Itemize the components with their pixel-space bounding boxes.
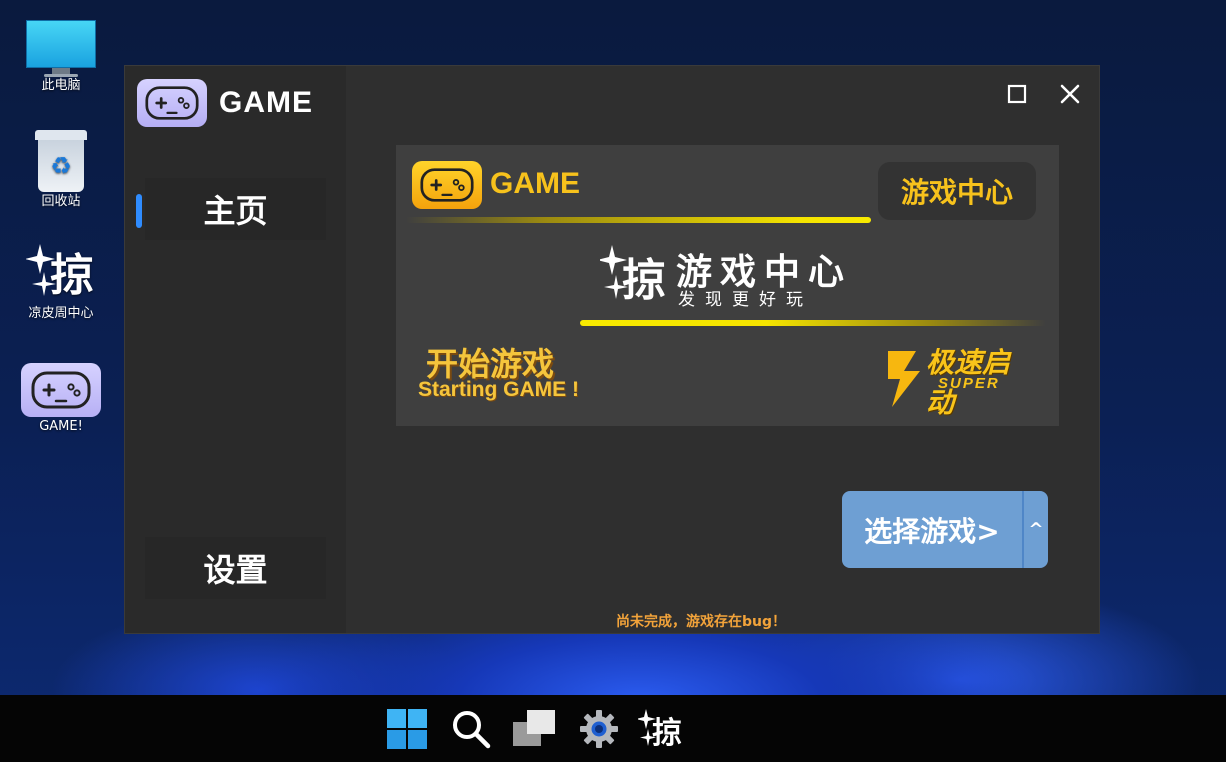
select-game-split-button: 选择游戏> ^	[842, 491, 1048, 568]
gamepad-icon	[137, 79, 207, 127]
desktop-icon-recycle-bin[interactable]: ♻ 回收站	[16, 130, 106, 210]
close-icon	[1060, 84, 1080, 104]
nav-settings-button[interactable]: 设置	[145, 537, 326, 599]
close-button[interactable]	[1050, 76, 1090, 112]
gold-divider	[406, 217, 871, 223]
svg-text:掠: 掠	[652, 716, 682, 751]
start-button[interactable]	[384, 707, 430, 751]
maximize-button[interactable]	[997, 76, 1037, 112]
gamepad-icon	[21, 363, 101, 417]
app-logo-icon: 掠	[597, 241, 670, 311]
select-game-button[interactable]: 选择游戏>	[842, 491, 1022, 568]
game-center-badge: 游戏中心	[878, 162, 1036, 220]
app-logo-icon: 掠	[25, 238, 96, 304]
app-logo-icon: 掠	[638, 709, 682, 751]
game-app-window: GAME 主页 设置 GAME 游戏中心 掠 游戏中心 发现更好玩 开始游戏 S…	[125, 66, 1099, 633]
desktop-icon-game[interactable]: GAME!	[16, 363, 106, 435]
desktop-icon-app-center[interactable]: 掠 凉皮周中心	[16, 238, 106, 322]
game-center-banner: GAME 游戏中心 掠 游戏中心 发现更好玩 开始游戏 Starting GAM…	[396, 145, 1059, 426]
sidebar: GAME 主页 设置	[125, 66, 346, 633]
banner-brand: GAME	[490, 167, 580, 200]
expand-arrow-button[interactable]: ^	[1024, 491, 1048, 568]
gamepad-icon	[412, 161, 482, 209]
gold-divider	[580, 320, 1046, 326]
status-warning: 尚未完成，游戏存在bug！	[616, 614, 787, 630]
desktop-icon-label: 凉皮周中心	[28, 306, 94, 321]
start-game-subtitle: Starting GAME !	[418, 378, 579, 401]
super-launch-badge: 极速启动 SUPER	[886, 341, 1026, 419]
desktop-icon-this-pc[interactable]: 此电脑	[16, 20, 106, 94]
app-title: GAME	[219, 86, 313, 119]
monitor-icon	[26, 20, 96, 77]
banner-subtitle: 发现更好玩	[678, 290, 813, 310]
settings-button[interactable]	[576, 707, 622, 751]
search-button[interactable]	[448, 707, 494, 751]
maximize-icon	[1007, 84, 1027, 104]
taskbar: 掠	[0, 695, 1226, 762]
windows-start-icon	[387, 709, 427, 749]
task-view-button[interactable]	[512, 707, 558, 751]
desktop-icon-label: 此电脑	[41, 78, 81, 93]
nav-home-button[interactable]: 主页	[145, 178, 326, 240]
app-brand: GAME	[137, 79, 313, 127]
task-view-icon	[513, 710, 555, 746]
nav-active-indicator	[136, 194, 142, 228]
app-taskbar-button[interactable]: 掠	[638, 707, 684, 751]
svg-text:掠: 掠	[622, 255, 666, 306]
gear-icon	[580, 710, 618, 748]
desktop-icon-label: 回收站	[41, 194, 81, 209]
svg-text:掠: 掠	[50, 250, 94, 301]
super-label: SUPER	[938, 375, 1000, 392]
recycle-bin-icon: ♻	[35, 130, 87, 192]
search-icon	[453, 711, 491, 749]
desktop-icon-label: GAME!	[39, 419, 83, 434]
